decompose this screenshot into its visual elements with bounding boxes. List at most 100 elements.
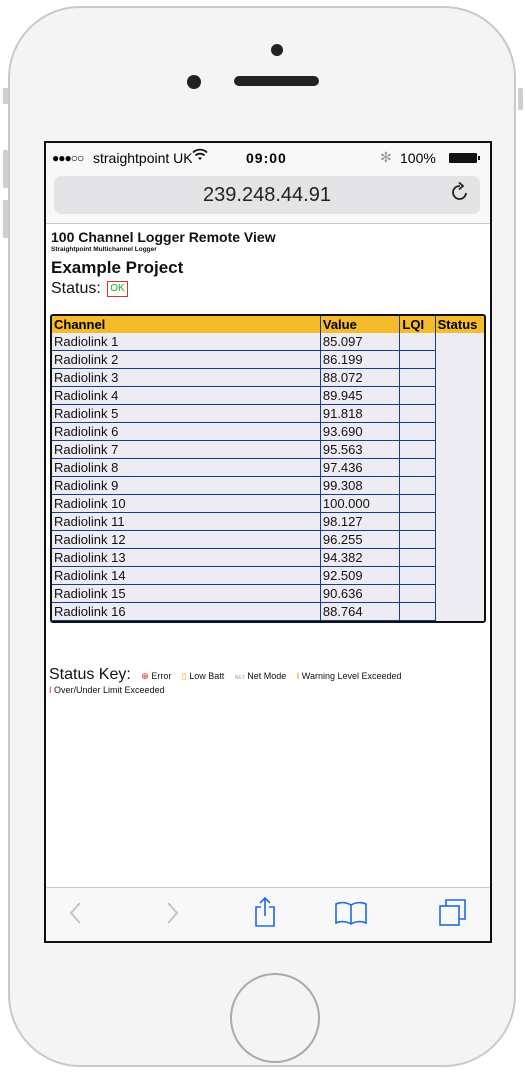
status-cell	[435, 602, 484, 621]
lqi-cell	[399, 404, 436, 423]
url-text[interactable]: 239.248.44.91	[54, 184, 480, 207]
value-cell: 96.255	[320, 530, 401, 549]
forward-icon[interactable]	[166, 900, 180, 933]
address-bar[interactable]: 239.248.44.91	[54, 176, 480, 214]
volume-up-button[interactable]	[3, 150, 8, 188]
address-bar-area: 239.248.44.91	[46, 171, 490, 224]
key-warning: I Warning Level Exceeded	[296, 671, 402, 681]
back-icon[interactable]	[68, 900, 82, 933]
battery-percentage: 100%	[400, 150, 436, 166]
status-cell	[435, 476, 484, 495]
header-channel: Channel	[52, 316, 321, 333]
value-cell: 88.764	[320, 602, 401, 621]
table-row: Radiolink 8 97.436	[52, 458, 484, 477]
value-cell: 99.308	[320, 476, 401, 495]
power-button[interactable]	[518, 88, 523, 110]
lqi-cell	[399, 584, 436, 603]
status-cell	[435, 386, 484, 405]
status-cell	[435, 512, 484, 531]
lqi-cell	[399, 530, 436, 549]
table-row: Radiolink 7 95.563	[52, 440, 484, 459]
lqi-cell	[399, 548, 436, 567]
tabs-icon[interactable]	[438, 898, 468, 935]
status-key-title: Status Key:	[49, 666, 131, 683]
page-title: 100 Channel Logger Remote View	[51, 229, 276, 245]
warning-icon: I	[296, 671, 300, 681]
table-row: Radiolink 14 92.509	[52, 566, 484, 585]
low-batt-icon: ▯	[181, 671, 187, 681]
table-row: Radiolink 6 93.690	[52, 422, 484, 441]
limit-icon: I	[49, 685, 52, 695]
status-label: Status:	[51, 280, 101, 297]
carrier-name: straightpoint UK	[93, 150, 193, 166]
value-cell: 97.436	[320, 458, 401, 477]
channel-cell: Radiolink 15	[52, 584, 321, 603]
lqi-cell	[399, 386, 436, 405]
status-cell	[435, 368, 484, 387]
wifi-icon	[192, 148, 208, 166]
lqi-cell	[399, 602, 436, 621]
browser-toolbar	[46, 887, 490, 941]
home-button[interactable]	[230, 973, 320, 1063]
share-icon[interactable]	[253, 896, 277, 935]
battery-icon	[449, 153, 480, 163]
table-row: Radiolink 16 88.764	[52, 602, 484, 621]
error-icon: ⊕	[141, 671, 149, 681]
key-low-batt: ▯ Low Batt	[181, 671, 225, 681]
lqi-cell	[399, 368, 436, 387]
page-subtitle: Straightpoint Multichannel Logger	[51, 246, 157, 253]
browser-screen: ●●●○○ straightpoint UK 09:00 ✻ 100% 239.…	[44, 141, 492, 943]
channel-cell: Radiolink 16	[52, 602, 321, 621]
channel-cell: Radiolink 6	[52, 422, 321, 441]
table-row: Radiolink 13 94.382	[52, 548, 484, 567]
value-cell: 93.690	[320, 422, 401, 441]
channel-cell: Radiolink 7	[52, 440, 321, 459]
value-cell: 98.127	[320, 512, 401, 531]
status-badge: OK	[107, 281, 128, 297]
table-header-row: Channel Value LQI Status	[52, 316, 484, 333]
bluetooth-icon: ✻	[380, 149, 392, 165]
lqi-cell	[399, 512, 436, 531]
header-value: Value	[320, 316, 401, 333]
value-cell: 94.382	[320, 548, 401, 567]
key-net-mode: NET Net Mode	[234, 671, 287, 681]
status-cell	[435, 440, 484, 459]
bookmarks-icon[interactable]	[334, 900, 368, 933]
signal-strength: ●●●○○	[52, 151, 84, 165]
lqi-cell	[399, 440, 436, 459]
channel-cell: Radiolink 12	[52, 530, 321, 549]
status-cell	[435, 404, 484, 423]
key-limit: I Over/Under Limit Exceeded	[49, 685, 165, 695]
value-cell: 88.072	[320, 368, 401, 387]
volume-down-button[interactable]	[3, 200, 8, 238]
value-cell: 100.000	[320, 494, 401, 513]
channel-cell: Radiolink 2	[52, 350, 321, 369]
table-row: Radiolink 2 86.199	[52, 350, 484, 369]
table-row: Radiolink 3 88.072	[52, 368, 484, 387]
channel-cell: Radiolink 14	[52, 566, 321, 585]
channel-cell: Radiolink 4	[52, 386, 321, 405]
lqi-cell	[399, 566, 436, 585]
channel-cell: Radiolink 1	[52, 333, 321, 351]
status-line: Status: OK	[51, 280, 128, 298]
value-cell: 92.509	[320, 566, 401, 585]
status-cell	[435, 350, 484, 369]
channel-cell: Radiolink 11	[52, 512, 321, 531]
mute-switch[interactable]	[3, 88, 8, 104]
value-cell: 86.199	[320, 350, 401, 369]
table-row: Radiolink 4 89.945	[52, 386, 484, 405]
channel-cell: Radiolink 5	[52, 404, 321, 423]
clock: 09:00	[246, 150, 287, 166]
value-cell: 95.563	[320, 440, 401, 459]
lqi-cell	[399, 422, 436, 441]
table-row: Radiolink 5 91.818	[52, 404, 484, 423]
table-row: Radiolink 10 100.000	[52, 494, 484, 513]
channel-cell: Radiolink 9	[52, 476, 321, 495]
header-status: Status	[435, 316, 484, 333]
channel-cell: Radiolink 10	[52, 494, 321, 513]
status-cell	[435, 494, 484, 513]
status-cell	[435, 548, 484, 567]
reload-icon[interactable]	[450, 181, 470, 209]
net-mode-icon: NET	[234, 675, 245, 681]
value-cell: 90.636	[320, 584, 401, 603]
